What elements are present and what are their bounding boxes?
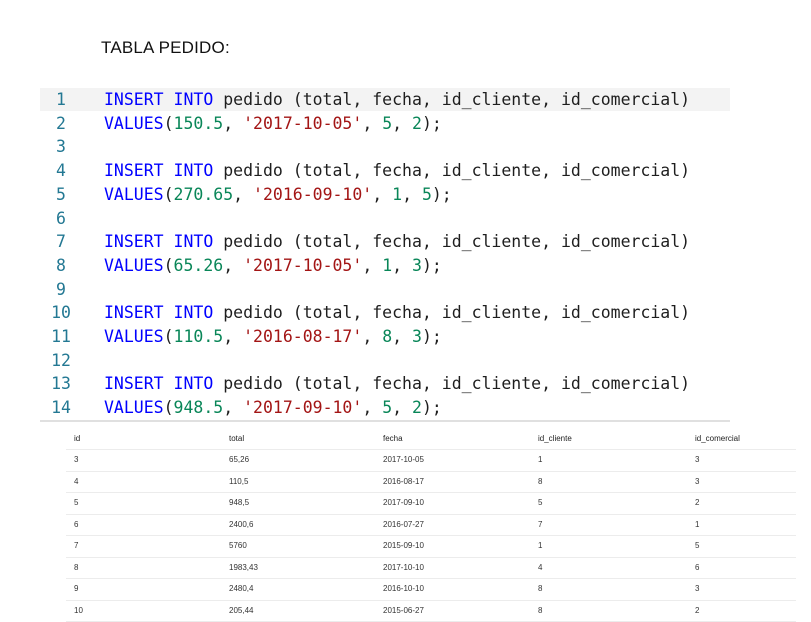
table-cell-id_comercial: 3 [695,579,699,599]
table-cell-total: 110,5 [229,472,248,492]
table-cell-id_cliente: 7 [538,515,542,535]
table-cell-id_comercial: 1 [695,515,699,535]
table-cell-fecha: 2017-10-10 [383,558,424,578]
table-row: 4 110,5 2016-08-17 8 3 [66,472,796,494]
column-header-id[interactable]: id [74,426,80,452]
sql-code-editor[interactable]: 1 INSERT INTO pedido (total, fecha, id_cl… [40,86,730,422]
table-cell-id_cliente: 4 [538,558,542,578]
table-cell-id: 7 [74,536,78,556]
table-cell-id_comercial: 3 [695,472,699,492]
table-cell-id_cliente: 1 [538,450,542,470]
table-cell-total: 205,44 [229,601,253,621]
column-header-fecha[interactable]: fecha [383,426,403,452]
table-cell-fecha: 2015-06-27 [383,601,424,621]
table-row: 7 5760 2015-09-10 1 5 [66,536,796,558]
line-number: 10 [42,301,80,324]
table-cell-id_cliente: 5 [538,493,542,513]
table-cell-id_comercial: 2 [695,601,699,621]
table-cell-total: 948,5 [229,493,249,513]
line-number: 3 [42,135,80,158]
line-number: 5 [42,183,80,206]
table-cell-id: 6 [74,515,78,535]
code-line: 14 VALUES(948.5, '2017-09-10', 5, 2); [40,396,730,419]
table-cell-fecha: 2017-10-05 [383,450,424,470]
column-header-total[interactable]: total [229,426,244,452]
line-number: 9 [42,278,80,301]
code-line: 3 [40,135,730,158]
table-cell-id_cliente: 8 [538,579,542,599]
line-number: 12 [42,349,80,372]
code-text: VALUES(110.5, '2016-08-17', 8, 3); [104,325,442,348]
table-cell-id_cliente: 1 [538,536,542,556]
table-cell-total: 65,26 [229,450,249,470]
table-header-row: id total fecha id_cliente id_comercial [66,426,796,450]
table-cell-fecha: 2015-09-10 [383,536,424,556]
table-row: 5 948,5 2017-09-10 5 2 [66,493,796,515]
code-text: INSERT INTO pedido (total, fecha, id_cli… [104,301,690,324]
code-text: VALUES(65.26, '2017-10-05', 1, 3); [104,254,442,277]
code-text: INSERT INTO pedido (total, fecha, id_cli… [104,372,690,395]
column-header-id_cliente[interactable]: id_cliente [538,426,572,452]
code-line: 5 VALUES(270.65, '2016-09-10', 1, 5); [40,183,730,206]
line-number: 11 [42,325,80,348]
table-cell-id_cliente: 8 [538,472,542,492]
table-cell-id_cliente: 8 [538,601,542,621]
code-line: 10 INSERT INTO pedido (total, fecha, id_c… [40,301,730,324]
table-cell-id: 5 [74,493,78,513]
code-line: 4 INSERT INTO pedido (total, fecha, id_cl… [40,159,730,182]
table-row: 3 65,26 2017-10-05 1 3 [66,450,796,472]
code-text: VALUES(270.65, '2016-09-10', 1, 5); [104,183,452,206]
code-text: INSERT INTO pedido (total, fecha, id_cli… [104,88,690,111]
table-cell-id: 9 [74,579,78,599]
table-cell-fecha: 2016-07-27 [383,515,424,535]
code-text: INSERT INTO pedido (total, fecha, id_cli… [104,159,690,182]
table-cell-fecha: 2016-10-10 [383,579,424,599]
code-line: 11 VALUES(110.5, '2016-08-17', 8, 3); [40,325,730,348]
code-line: 7 INSERT INTO pedido (total, fecha, id_cl… [40,230,730,253]
code-line: 13 INSERT INTO pedido (total, fecha, id_c… [40,372,730,395]
table-cell-id: 8 [74,558,78,578]
table-cell-id: 3 [74,450,78,470]
line-number: 2 [42,112,80,135]
line-number: 8 [42,254,80,277]
table-cell-fecha: 2017-09-10 [383,493,424,513]
table-cell-total: 2400,6 [229,515,253,535]
table-row: 6 2400,6 2016-07-27 7 1 [66,515,796,537]
table-cell-id: 4 [74,472,78,492]
code-line: 6 [40,207,730,230]
table-cell-total: 1983,43 [229,558,258,578]
code-text: VALUES(150.5, '2017-10-05', 5, 2); [104,112,442,135]
line-number: 7 [42,230,80,253]
line-number: 13 [42,372,80,395]
table-row: 10 205,44 2015-06-27 8 2 [66,601,796,622]
table-cell-total: 5760 [229,536,247,556]
table-cell-id: 10 [74,601,83,621]
code-text: INSERT INTO pedido (total, fecha, id_cli… [104,230,690,253]
table-row: 9 2480,4 2016-10-10 8 3 [66,579,796,601]
code-line: 9 [40,278,730,301]
column-header-id_comercial[interactable]: id_comercial [695,426,740,452]
table-row: 8 1983,43 2017-10-10 4 6 [66,558,796,580]
line-number: 6 [42,207,80,230]
line-number: 14 [42,396,80,419]
code-line: 1 INSERT INTO pedido (total, fecha, id_cl… [40,88,730,111]
code-line: 12 [40,349,730,372]
code-line: 8 VALUES(65.26, '2017-10-05', 1, 3); [40,254,730,277]
section-heading: TABLA PEDIDO: [101,38,230,58]
line-number: 1 [42,88,80,111]
table-cell-id_comercial: 6 [695,558,699,578]
table-cell-id_comercial: 3 [695,450,699,470]
table-cell-id_comercial: 2 [695,493,699,513]
results-table: id total fecha id_cliente id_comercial 3 65,2… [66,426,796,622]
table-cell-fecha: 2016-08-17 [383,472,424,492]
table-cell-total: 2480,4 [229,579,253,599]
table-cell-id_comercial: 5 [695,536,699,556]
line-number: 4 [42,159,80,182]
code-line: 2 VALUES(150.5, '2017-10-05', 5, 2); [40,112,730,135]
code-text: VALUES(948.5, '2017-09-10', 5, 2); [104,396,442,419]
